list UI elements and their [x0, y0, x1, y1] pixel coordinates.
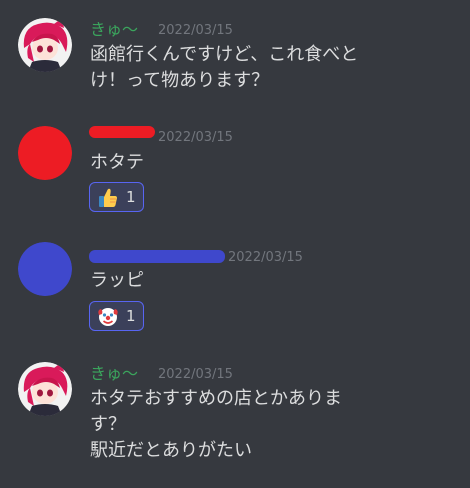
- message-line: 駅近だとありがたい: [90, 440, 252, 461]
- message-line: ラッピ: [90, 270, 144, 291]
- redacted-username: [89, 126, 155, 138]
- message-line: 函館行くんですけど、これ食べと: [90, 44, 359, 65]
- avatar[interactable]: [18, 126, 72, 180]
- message-text: ホタテ: [90, 150, 390, 176]
- message-line: す？: [90, 414, 126, 435]
- message-line: ホタテおすすめの店とかありま: [90, 388, 342, 409]
- timestamp: 2022/03/15: [158, 23, 233, 38]
- avatar[interactable]: [18, 242, 72, 296]
- reaction-count: 1: [126, 307, 136, 325]
- avatar[interactable]: [18, 362, 72, 416]
- message-text: ホタテおすすめの店とかありま す？ 駅近だとありがたい: [90, 386, 390, 464]
- message-text: ラッピ: [90, 268, 390, 294]
- message-line: ホタテ: [90, 152, 144, 173]
- timestamp: 2022/03/15: [228, 250, 303, 265]
- thumbs-up-icon: [99, 188, 117, 207]
- avatar[interactable]: [18, 18, 72, 72]
- timestamp: 2022/03/15: [158, 130, 233, 145]
- author-name[interactable]: きゅ〜: [90, 364, 138, 384]
- redacted-username: [89, 250, 225, 263]
- reaction-button[interactable]: 1: [89, 182, 144, 212]
- reaction-button[interactable]: 1: [89, 301, 144, 331]
- chat-log: きゅ〜 2022/03/15 函館行くんですけど、これ食べと け！って物あります…: [0, 0, 470, 488]
- reaction-count: 1: [126, 188, 136, 206]
- author-name[interactable]: きゅ〜: [90, 20, 138, 40]
- timestamp: 2022/03/15: [158, 367, 233, 382]
- message-line: け！って物あります？: [90, 70, 270, 91]
- message-text: 函館行くんですけど、これ食べと け！って物あります？: [90, 42, 390, 94]
- clown-face-icon: [98, 308, 118, 326]
